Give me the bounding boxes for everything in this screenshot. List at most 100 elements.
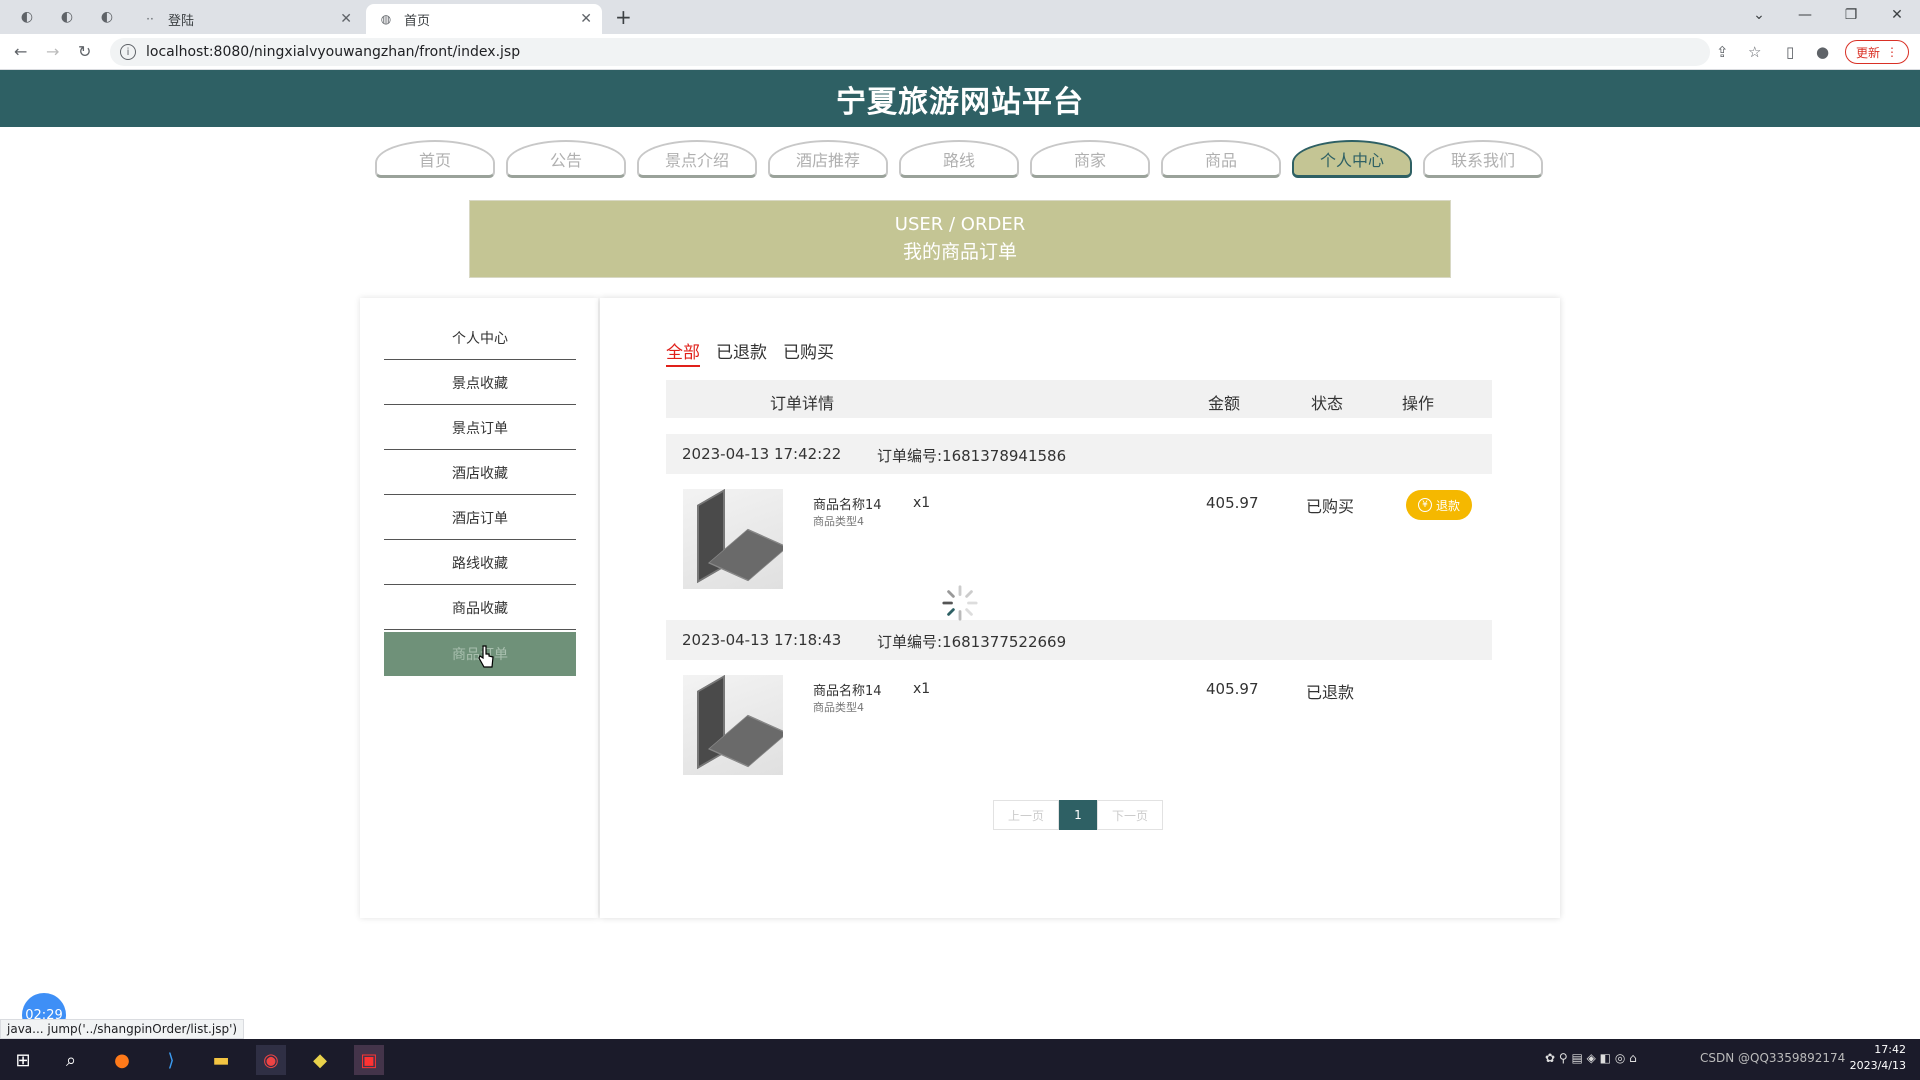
order-header: 2023-04-13 17:42:22 订单编号:1681378941586 bbox=[666, 434, 1492, 474]
url-text[interactable]: localhost:8080/ningxialvyouwangzhan/fron… bbox=[146, 44, 520, 60]
minimize-icon[interactable]: — bbox=[1782, 0, 1828, 30]
page-1-button[interactable]: 1 bbox=[1059, 800, 1097, 830]
product-type: 商品类型4 bbox=[813, 701, 864, 714]
filter-all[interactable]: 全部 bbox=[666, 338, 700, 367]
vscode-icon[interactable]: ⟩ bbox=[156, 1045, 186, 1075]
taskbar: ⊞ ⌕ ● ⟩ ▬ ◉ ◆ ▣ ✿ ⚲ ▤ ◈ ◧ ◎ ⌂ CSDN @QQ33… bbox=[0, 1039, 1920, 1080]
update-button[interactable]: 更新 ⋮ bbox=[1845, 40, 1910, 64]
intellij-icon[interactable]: ▣ bbox=[354, 1045, 384, 1075]
yen-icon: ¥ bbox=[1418, 498, 1432, 512]
banner-title: 我的商品订单 bbox=[902, 241, 1017, 263]
watermark-text: CSDN @QQ3359892174 bbox=[1700, 1051, 1846, 1065]
nav-item-attractions[interactable]: 景点介绍 bbox=[637, 140, 757, 178]
forward-icon[interactable]: → bbox=[46, 42, 59, 61]
sidebar-item-attraction-favorites[interactable]: 景点收藏 bbox=[384, 361, 576, 405]
clock-date: 2023/4/13 bbox=[1849, 1059, 1906, 1072]
order-number: 订单编号:1681378941586 bbox=[877, 447, 1067, 465]
close-window-icon[interactable]: ✕ bbox=[1874, 0, 1920, 30]
browser-tab-strip: ◐ ◐ ◐ ·· 登陆 ✕ ◍ 首页 ✕ + ⌄ — ❐ ✕ bbox=[0, 0, 1920, 34]
back-icon[interactable]: ← bbox=[14, 42, 27, 61]
sidebar-item-hotel-orders[interactable]: 酒店订单 bbox=[384, 496, 576, 540]
order-amount: 405.97 bbox=[1206, 494, 1259, 512]
order-status: 已购买 bbox=[1306, 497, 1355, 516]
order-time: 2023-04-13 17:42:22 bbox=[682, 445, 842, 463]
order-amount: 405.97 bbox=[1206, 680, 1259, 698]
firefox-icon[interactable]: ● bbox=[107, 1045, 137, 1075]
windows-start-icon[interactable]: ⊞ bbox=[8, 1045, 38, 1075]
sidebar-item-user-center[interactable]: 个人中心 bbox=[384, 316, 576, 360]
clock-time: 17:42 bbox=[1874, 1043, 1906, 1056]
browser-tab-active[interactable]: ◍ 首页 ✕ bbox=[366, 4, 602, 34]
new-tab-icon[interactable]: + bbox=[615, 5, 632, 29]
order-time: 2023-04-13 17:18:43 bbox=[682, 631, 842, 649]
profile-icon[interactable]: ● bbox=[1816, 43, 1829, 61]
bookmark-star-icon[interactable]: ☆ bbox=[1748, 43, 1761, 61]
refund-label: 退款 bbox=[1436, 498, 1461, 513]
site-title: 宁夏旅游网站平台 bbox=[836, 84, 1084, 120]
pinned-tab-icon[interactable]: ◐ bbox=[96, 6, 118, 28]
side-panel-icon[interactable]: ▯ bbox=[1786, 43, 1794, 61]
browser-toolbar: ← → ↻ i localhost:8080/ningxialvyouwangz… bbox=[0, 34, 1920, 70]
main-nav: 首页 公告 景点介绍 酒店推荐 路线 商家 商品 个人中心 联系我们 bbox=[375, 140, 1543, 178]
site-header: 宁夏旅游网站平台 bbox=[0, 70, 1920, 127]
file-explorer-icon[interactable]: ▬ bbox=[206, 1045, 236, 1075]
order-card: 2023-04-13 17:42:22 订单编号:1681378941586 商… bbox=[666, 434, 1492, 604]
loading-dots-icon: ·· bbox=[146, 12, 154, 26]
sidebar-item-route-favorites[interactable]: 路线收藏 bbox=[384, 541, 576, 585]
tab-title: 首页 bbox=[404, 13, 431, 29]
pinned-tab-icon[interactable]: ◐ bbox=[16, 6, 38, 28]
nav-item-home[interactable]: 首页 bbox=[375, 140, 495, 178]
nav-item-routes[interactable]: 路线 bbox=[899, 140, 1019, 178]
next-page-button[interactable]: 下一页 bbox=[1097, 800, 1163, 830]
share-icon[interactable]: ⇪ bbox=[1716, 43, 1729, 61]
product-image[interactable] bbox=[683, 489, 783, 589]
system-clock[interactable]: 17:42 2023/4/13 bbox=[1850, 1042, 1906, 1074]
product-image[interactable] bbox=[683, 675, 783, 775]
nav-item-hotels[interactable]: 酒店推荐 bbox=[768, 140, 888, 178]
order-number: 订单编号:1681377522669 bbox=[877, 633, 1067, 651]
sidebar-item-attraction-orders[interactable]: 景点订单 bbox=[384, 406, 576, 450]
orders-table-header: 订单详情 金额 状态 操作 bbox=[666, 380, 1492, 418]
order-filter-tabs: 全部 已退款 已购买 bbox=[666, 338, 834, 367]
product-quantity: x1 bbox=[913, 495, 931, 511]
banner-subtitle: USER / ORDER bbox=[894, 214, 1026, 235]
sidebar-item-goods-favorites[interactable]: 商品收藏 bbox=[384, 586, 576, 630]
nav-item-contact[interactable]: 联系我们 bbox=[1423, 140, 1543, 178]
reload-icon[interactable]: ↻ bbox=[78, 42, 91, 61]
system-tray-icons[interactable]: ✿ ⚲ ▤ ◈ ◧ ◎ ⌂ bbox=[1545, 1051, 1637, 1065]
order-header: 2023-04-13 17:18:43 订单编号:1681377522669 bbox=[666, 620, 1492, 660]
page-banner: USER / ORDER 我的商品订单 bbox=[469, 200, 1451, 278]
order-card: 2023-04-13 17:18:43 订单编号:1681377522669 商… bbox=[666, 620, 1492, 790]
refund-button[interactable]: ¥ 退款 bbox=[1406, 490, 1473, 520]
prev-page-button[interactable]: 上一页 bbox=[993, 800, 1059, 830]
order-status: 已退款 bbox=[1306, 683, 1355, 702]
column-detail: 订单详情 bbox=[770, 394, 835, 413]
nav-item-goods[interactable]: 商品 bbox=[1161, 140, 1281, 178]
site-info-icon[interactable]: i bbox=[120, 44, 136, 60]
tab-title: 登陆 bbox=[168, 13, 195, 29]
tab-search-icon[interactable]: ⌄ bbox=[1736, 0, 1782, 30]
product-name: 商品名称14 bbox=[813, 498, 882, 513]
close-tab-icon[interactable]: ✕ bbox=[580, 11, 592, 27]
pinned-tab-icon[interactable]: ◐ bbox=[56, 6, 78, 28]
browser-tab[interactable]: ·· 登陆 ✕ bbox=[130, 4, 362, 34]
chrome-icon[interactable]: ◉ bbox=[256, 1045, 286, 1075]
product-quantity: x1 bbox=[913, 681, 931, 697]
nav-item-merchants[interactable]: 商家 bbox=[1030, 140, 1150, 178]
sidebar-item-hotel-favorites[interactable]: 酒店收藏 bbox=[384, 451, 576, 495]
product-name: 商品名称14 bbox=[813, 684, 882, 699]
column-amount: 金额 bbox=[1208, 394, 1241, 413]
address-bar[interactable]: i localhost:8080/ningxialvyouwangzhan/fr… bbox=[110, 38, 1710, 66]
nav-item-notice[interactable]: 公告 bbox=[506, 140, 626, 178]
restore-icon[interactable]: ❐ bbox=[1828, 0, 1874, 30]
pagination: 上一页 1 下一页 bbox=[993, 800, 1163, 830]
update-label: 更新 bbox=[1856, 45, 1881, 60]
close-tab-icon[interactable]: ✕ bbox=[340, 11, 352, 27]
search-icon[interactable]: ⌕ bbox=[56, 1045, 86, 1075]
filter-purchased[interactable]: 已购买 bbox=[783, 338, 834, 367]
filter-refunded[interactable]: 已退款 bbox=[716, 338, 767, 367]
nav-item-user-center[interactable]: 个人中心 bbox=[1292, 140, 1412, 178]
hand-cursor-icon bbox=[478, 645, 494, 668]
app-icon[interactable]: ◆ bbox=[305, 1045, 335, 1075]
more-menu-icon: ⋮ bbox=[1886, 45, 1899, 59]
